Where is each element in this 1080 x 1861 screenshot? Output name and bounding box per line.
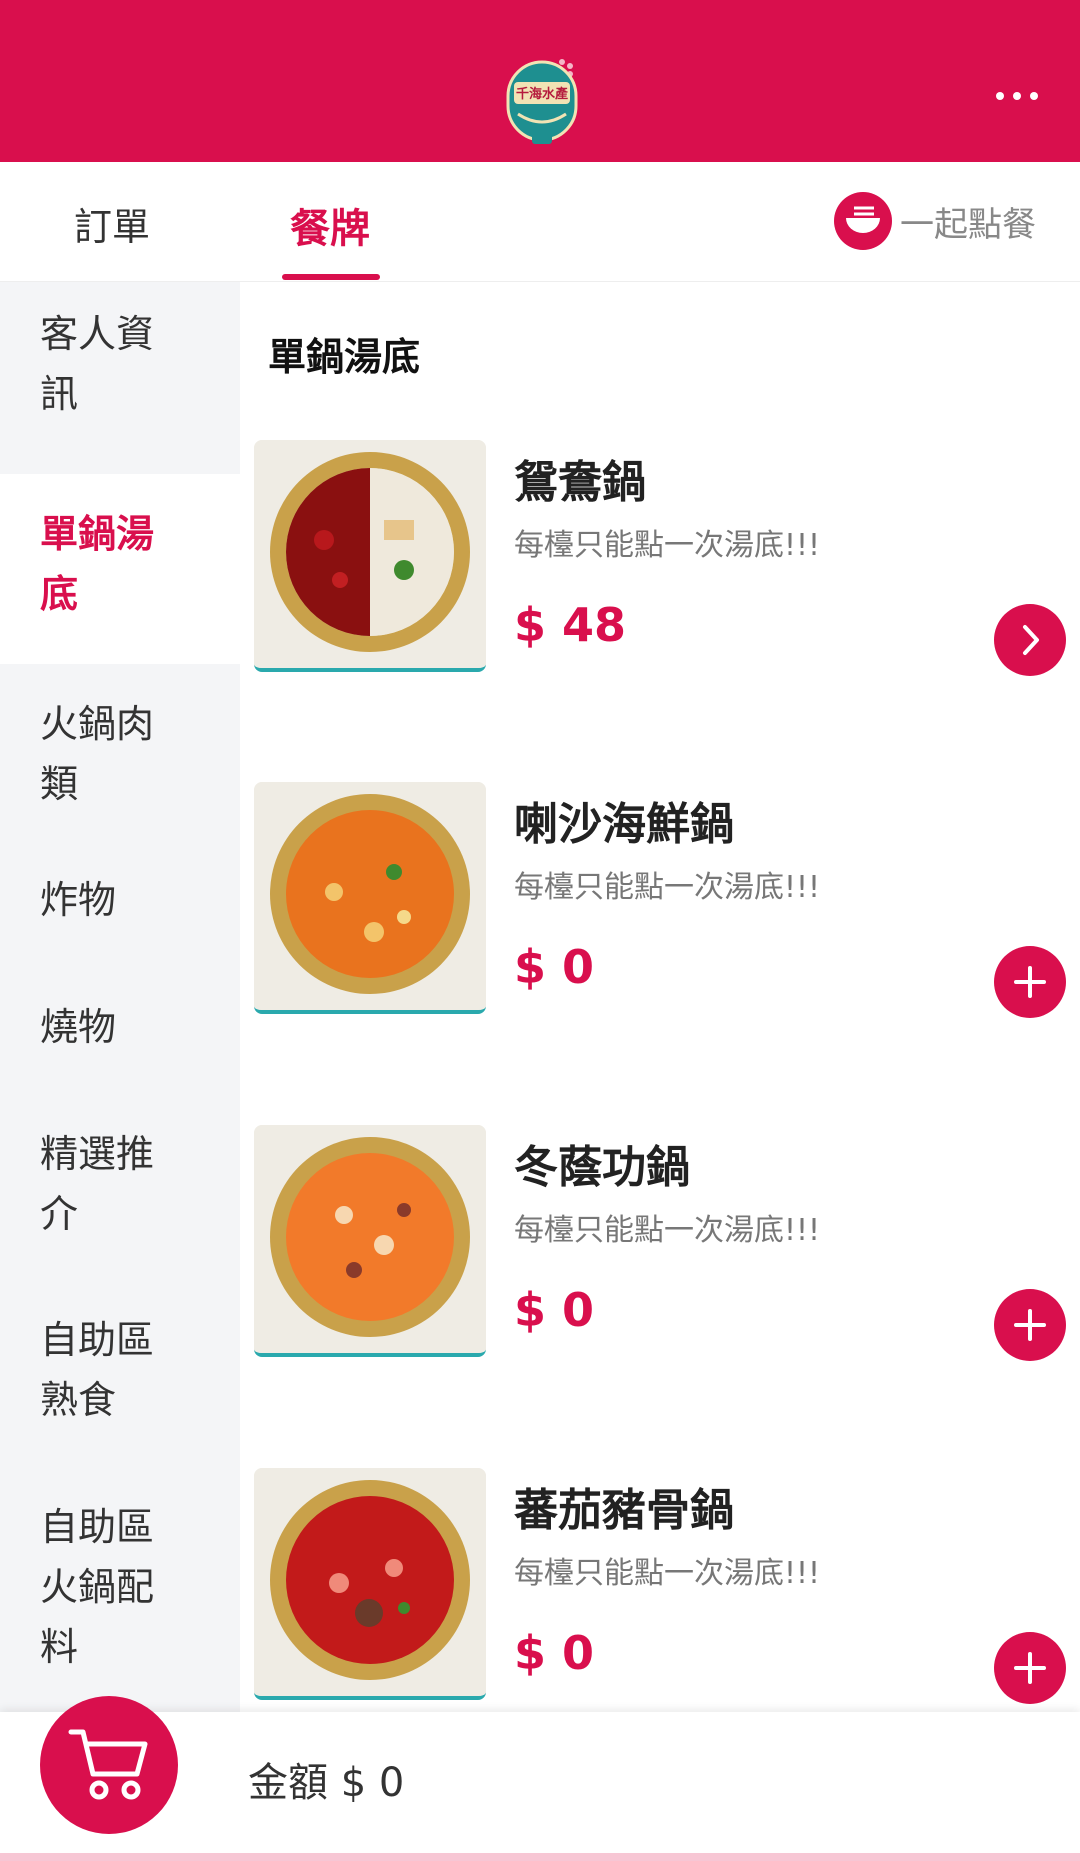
sidebar-item-label: 自助區火鍋配料 bbox=[40, 1505, 155, 1669]
sidebar-item-label: 自助區熟食 bbox=[40, 1318, 155, 1422]
sidebar-item-label: 炸物 bbox=[40, 878, 117, 922]
dish-name: 冬蔭功鍋 bbox=[514, 1142, 690, 1193]
add-to-cart-button[interactable] bbox=[994, 1289, 1066, 1361]
svg-text:千海水產: 千海水產 bbox=[516, 86, 568, 102]
select-options-button[interactable] bbox=[994, 604, 1066, 676]
bottom-accent-strip bbox=[0, 1853, 1080, 1861]
section-title: 單鍋湯底 bbox=[268, 335, 421, 379]
dish-image bbox=[254, 1125, 486, 1357]
dish-price: $ 0 bbox=[514, 940, 595, 994]
dish-image bbox=[254, 1468, 486, 1700]
header: 千海水產 bbox=[0, 0, 1080, 162]
menu-item[interactable]: 蕃茄豬骨鍋 每檯只能點一次湯底!!! $ 0 bbox=[254, 1468, 1066, 1708]
dish-description: 每檯只能點一次湯底!!! bbox=[514, 1213, 821, 1248]
tab-orders[interactable]: 訂單 bbox=[74, 196, 150, 251]
sidebar-item-hotpot-meat[interactable]: 火鍋肉類 bbox=[0, 664, 240, 814]
order-together-label: 一起點餐 bbox=[900, 204, 1036, 245]
sidebar-item-label: 單鍋湯底 bbox=[40, 512, 155, 616]
dish-description: 每檯只能點一次湯底!!! bbox=[514, 870, 821, 905]
dish-description: 每檯只能點一次湯底!!! bbox=[514, 528, 821, 563]
sidebar-item-label: 火鍋肉類 bbox=[40, 702, 155, 806]
sidebar-item-label: 客人資訊 bbox=[40, 312, 155, 416]
plus-icon bbox=[1014, 1652, 1046, 1684]
sidebar-item-buffet-ingredients[interactable]: 自助區火鍋配料 bbox=[0, 1497, 240, 1687]
top-tabs: 訂單 餐牌 一起點餐 bbox=[0, 162, 1080, 282]
active-tab-underline bbox=[282, 274, 380, 280]
dish-name: 鴛鴦鍋 bbox=[514, 457, 646, 508]
sidebar-item-label: 燒物 bbox=[40, 1005, 117, 1049]
menu-item[interactable]: 喇沙海鮮鍋 每檯只能點一次湯底!!! $ 0 bbox=[254, 782, 1066, 1022]
menu-item[interactable]: 鴛鴦鍋 每檯只能點一次湯底!!! $ 48 bbox=[254, 440, 1066, 680]
cart-button[interactable] bbox=[40, 1696, 178, 1834]
plus-icon bbox=[1014, 966, 1046, 998]
sidebar-item-soup-base[interactable]: 單鍋湯底 bbox=[0, 474, 240, 664]
dish-name: 蕃茄豬骨鍋 bbox=[514, 1485, 734, 1536]
add-to-cart-button[interactable] bbox=[994, 1632, 1066, 1704]
dish-price: $ 48 bbox=[514, 598, 627, 652]
plus-icon bbox=[1014, 1309, 1046, 1341]
shopping-cart-icon bbox=[68, 1729, 148, 1800]
sidebar-item-grilled[interactable]: 燒物 bbox=[0, 997, 240, 1077]
dish-price: $ 0 bbox=[514, 1283, 595, 1337]
dish-image bbox=[254, 440, 486, 672]
cart-total: 金額 $ 0 bbox=[248, 1760, 405, 1806]
menu-item[interactable]: 冬蔭功鍋 每檯只能點一次湯底!!! $ 0 bbox=[254, 1125, 1066, 1365]
sidebar-item-guest-info[interactable]: 客人資訊 bbox=[0, 304, 240, 474]
app: 千海水產 訂單 餐牌 一起點餐 客人資訊 單鍋湯底 火鍋肉類 炸物 燒物 精選推… bbox=[0, 0, 1080, 1861]
bowl-icon bbox=[834, 192, 892, 250]
category-sidebar: 客人資訊 單鍋湯底 火鍋肉類 炸物 燒物 精選推介 自助區熟食 自助區火鍋配料 bbox=[0, 282, 240, 1712]
more-menu-icon[interactable] bbox=[996, 92, 1038, 100]
sidebar-item-recommended[interactable]: 精選推介 bbox=[0, 1124, 240, 1254]
tab-menu[interactable]: 餐牌 bbox=[290, 196, 370, 254]
order-together-button[interactable]: 一起點餐 bbox=[834, 192, 1036, 250]
dish-name: 喇沙海鮮鍋 bbox=[514, 799, 734, 850]
dish-price: $ 0 bbox=[514, 1626, 595, 1680]
chevron-right-icon bbox=[1023, 625, 1039, 655]
sidebar-item-fried[interactable]: 炸物 bbox=[0, 870, 240, 950]
menu-list: 單鍋湯底 鴛鴦鍋 每檯只能點一次湯底!!! $ 48 喇沙海鮮鍋 每檯只能點一次… bbox=[240, 282, 1080, 1712]
sidebar-item-label: 精選推介 bbox=[40, 1132, 155, 1236]
sidebar-item-buffet-cooked[interactable]: 自助區熟食 bbox=[0, 1310, 240, 1440]
dish-description: 每檯只能點一次湯底!!! bbox=[514, 1556, 821, 1591]
dish-image bbox=[254, 782, 486, 1014]
brand-logo: 千海水產 bbox=[500, 52, 584, 148]
add-to-cart-button[interactable] bbox=[994, 946, 1066, 1018]
